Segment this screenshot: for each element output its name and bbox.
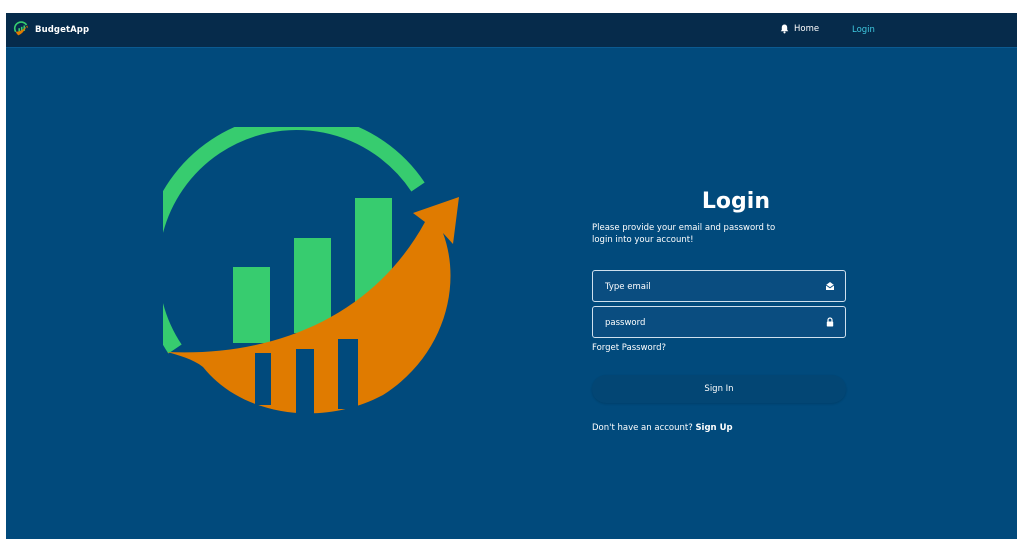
login-subtitle: Please provide your email and password t… xyxy=(592,223,776,245)
signup-line: Don't have an account? Sign Up xyxy=(592,423,733,433)
brand[interactable]: BudgetApp xyxy=(13,21,89,39)
app-window: BudgetApp Home Login Login Please provid… xyxy=(6,13,1017,539)
brand-logo-icon xyxy=(13,21,31,39)
password-input[interactable] xyxy=(603,307,817,339)
password-field[interactable] xyxy=(592,306,846,339)
lock-icon xyxy=(826,317,834,327)
envelope-open-icon xyxy=(825,282,835,290)
bell-icon xyxy=(780,24,789,34)
sign-up-link[interactable]: Sign Up xyxy=(695,423,732,433)
email-field[interactable] xyxy=(592,270,846,303)
signup-prompt: Don't have an account? xyxy=(592,423,693,433)
brand-name: BudgetApp xyxy=(35,25,90,35)
forget-password-link[interactable]: Forget Password? xyxy=(592,343,666,353)
nav-login-link[interactable]: Login xyxy=(852,25,875,35)
sign-in-button[interactable]: Sign In xyxy=(592,375,846,403)
nav-home-label: Home xyxy=(794,24,820,34)
navbar: BudgetApp Home Login xyxy=(6,13,1017,48)
email-input[interactable] xyxy=(603,271,817,303)
growth-chart-logo xyxy=(163,127,459,417)
login-title: Login xyxy=(701,189,770,214)
nav-home-link[interactable]: Home xyxy=(780,24,819,34)
